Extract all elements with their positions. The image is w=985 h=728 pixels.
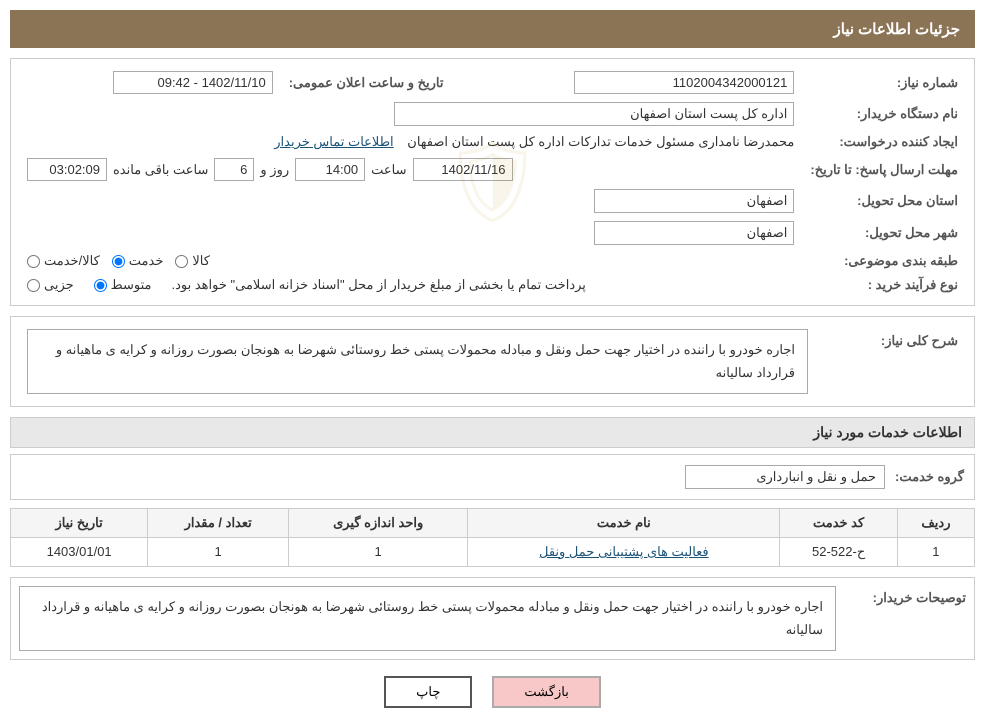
delivery-province-label: استان محل تحویل: <box>802 185 966 217</box>
service-group-section: گروه خدمت: حمل و نقل و انبارداری <box>10 454 975 500</box>
description-label: شرح کلی نیاز: <box>816 325 966 398</box>
creator-row: محمدرضا نامداری مسئول خدمات تدارکات ادار… <box>19 130 802 154</box>
deadline-days-label: روز و <box>260 162 289 178</box>
creator-label: ایجاد کننده درخواست: <box>802 130 966 154</box>
table-row: 1ح-522-52فعالیت های پشتیبانی حمل ونقل111… <box>11 537 975 566</box>
col-quantity: تعداد / مقدار <box>148 508 289 537</box>
group-service-row: گروه خدمت: حمل و نقل و انبارداری <box>21 461 964 493</box>
category-label: طبقه بندی موضوعی: <box>802 249 966 273</box>
buttons-row: بازگشت چاپ <box>10 676 975 708</box>
creator-value: محمدرضا نامداری مسئول خدمات تدارکات ادار… <box>407 134 794 149</box>
main-section: شماره نیاز: 1102004342000121 تاریخ و ساع… <box>10 58 975 306</box>
need-number-box: 1102004342000121 <box>574 71 794 94</box>
col-date: تاریخ نیاز <box>11 508 148 537</box>
category-kala-khadamat-item: کالا/خدمت <box>27 253 100 269</box>
description-section: شرح کلی نیاز: اجاره خودرو با راننده در ا… <box>10 316 975 407</box>
category-kala-radio[interactable] <box>175 255 188 268</box>
delivery-province-box: اصفهان <box>594 189 794 213</box>
description-content: اجاره خودرو با راننده در اختیار جهت حمل … <box>19 325 816 398</box>
deadline-date-box: 1402/11/16 <box>413 158 513 181</box>
date-label: تاریخ و ساعت اعلان عمومی: <box>281 67 452 98</box>
buyer-org-box: اداره کل پست استان اصفهان <box>394 102 794 126</box>
category-khadamat-radio[interactable] <box>112 255 125 268</box>
services-section-title: اطلاعات خدمات مورد نیاز <box>10 417 975 448</box>
delivery-province-value: اصفهان <box>19 185 802 217</box>
cell-row-num: 1 <box>897 537 974 566</box>
proc-note: پرداخت تمام یا بخشی از مبلغ خریدار از مح… <box>172 277 586 293</box>
proc-jozi-item: جزیی <box>27 277 74 293</box>
deadline-days-box: 6 <box>214 158 254 181</box>
page-title: جزئیات اطلاعات نیاز <box>10 10 975 48</box>
services-table: ردیف کد خدمت نام خدمت واحد اندازه گیری ت… <box>10 508 975 567</box>
date-box: 1402/11/10 - 09:42 <box>113 71 273 94</box>
col-row-num: ردیف <box>897 508 974 537</box>
buyer-notes-label: توصیحات خریدار: <box>846 586 966 606</box>
category-kala-item: کالا <box>175 253 210 269</box>
category-kala-khadamat-label: کالا/خدمت <box>44 253 100 269</box>
buyer-notes-content: اجاره خودرو با راننده در اختیار جهت حمل … <box>19 586 836 651</box>
deadline-row: 1402/11/16 ساعت 14:00 روز و 6 ساعت باقی … <box>19 154 802 185</box>
cell-service-code: ح-522-52 <box>780 537 897 566</box>
delivery-city-box: اصفهان <box>594 221 794 245</box>
proc-type-row: پرداخت تمام یا بخشی از مبلغ خریدار از مح… <box>19 273 802 297</box>
col-unit: واحد اندازه گیری <box>289 508 468 537</box>
category-row: کالا خدمت کالا/خدمت <box>19 249 802 273</box>
delivery-city-label: شهر محل تحویل: <box>802 217 966 249</box>
proc-mutawaset-item: متوسط <box>94 277 152 293</box>
page-container: جزئیات اطلاعات نیاز شماره نیاز: 11020043… <box>0 0 985 728</box>
proc-jozi-radio[interactable] <box>27 279 40 292</box>
services-table-container: ردیف کد خدمت نام خدمت واحد اندازه گیری ت… <box>10 508 975 567</box>
back-button[interactable]: بازگشت <box>492 676 600 708</box>
proc-jozi-label: جزیی <box>44 277 74 293</box>
proc-type-label: نوع فرآیند خرید : <box>802 273 966 297</box>
category-khadamat-label: خدمت <box>129 253 164 269</box>
cell-service-name[interactable]: فعالیت های پشتیبانی حمل ونقل <box>468 537 780 566</box>
cell-date: 1403/01/01 <box>11 537 148 566</box>
category-kala-label: کالا <box>192 253 210 269</box>
need-number-label: شماره نیاز: <box>802 67 966 98</box>
buyer-org-value: اداره کل پست استان اصفهان <box>19 98 802 130</box>
date-value: 1402/11/10 - 09:42 <box>19 67 281 98</box>
proc-mutawaset-label: متوسط <box>111 277 152 293</box>
col-service-code: کد خدمت <box>780 508 897 537</box>
description-table: شرح کلی نیاز: اجاره خودرو با راننده در ا… <box>19 325 966 398</box>
buyer-notes-section: توصیحات خریدار: اجاره خودرو با راننده در… <box>10 577 975 660</box>
deadline-time-label: ساعت <box>371 162 406 178</box>
buyer-org-label: نام دستگاه خریدار: <box>802 98 966 130</box>
deadline-time-box: 14:00 <box>295 158 365 181</box>
deadline-label: مهلت ارسال پاسخ: تا تاریخ: <box>802 154 966 185</box>
cell-unit: 1 <box>289 537 468 566</box>
proc-mutawaset-radio[interactable] <box>94 279 107 292</box>
info-table: شماره نیاز: 1102004342000121 تاریخ و ساع… <box>19 67 966 297</box>
category-khadamat-item: خدمت <box>112 253 164 269</box>
group-service-label: گروه خدمت: <box>895 469 964 485</box>
print-button[interactable]: چاپ <box>384 676 472 708</box>
deadline-remaining-box: 03:02:09 <box>27 158 107 181</box>
cell-quantity: 1 <box>148 537 289 566</box>
description-box: اجاره خودرو با راننده در اختیار جهت حمل … <box>27 329 808 394</box>
deadline-remaining-label: ساعت باقی مانده <box>113 162 208 178</box>
contact-link[interactable]: اطلاعات تماس خریدار <box>274 134 393 149</box>
buyer-notes-row: توصیحات خریدار: اجاره خودرو با راننده در… <box>19 586 966 651</box>
delivery-city-value: اصفهان <box>19 217 802 249</box>
need-number-value: 1102004342000121 <box>451 67 802 98</box>
col-service-name: نام خدمت <box>468 508 780 537</box>
group-service-value: حمل و نقل و انبارداری <box>685 465 885 489</box>
category-kala-khadamat-radio[interactable] <box>27 255 40 268</box>
